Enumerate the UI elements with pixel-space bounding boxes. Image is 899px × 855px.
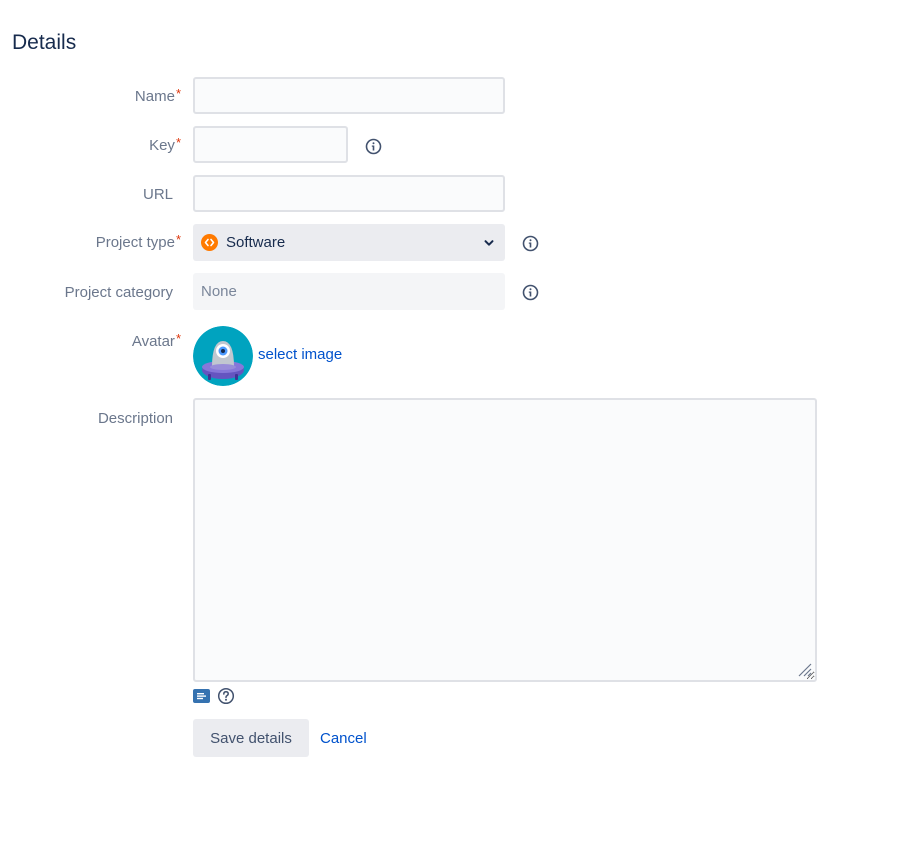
project-category-label: Project category <box>64 284 173 301</box>
project-avatar[interactable] <box>193 326 253 386</box>
save-details-button[interactable]: Save details <box>193 719 309 757</box>
required-marker: * <box>175 135 181 150</box>
help-icon[interactable] <box>217 687 235 705</box>
required-marker: * <box>175 331 181 346</box>
name-input[interactable] <box>193 77 505 114</box>
project-type-select[interactable]: Software <box>193 224 505 261</box>
software-project-icon <box>201 234 218 251</box>
project-type-label: Project type* <box>95 232 181 251</box>
cancel-link[interactable]: Cancel <box>320 730 367 747</box>
url-input[interactable] <box>193 175 505 212</box>
project-type-label-text: Project type <box>95 234 175 251</box>
description-label: Description <box>97 410 173 427</box>
key-label-text: Key <box>149 137 175 154</box>
avatar-label-text: Avatar <box>131 333 175 350</box>
key-input[interactable] <box>193 126 348 163</box>
name-label: Name* <box>134 86 181 105</box>
project-category-field: None <box>193 273 505 310</box>
info-icon[interactable] <box>365 138 382 155</box>
project-type-value: Software <box>226 234 286 251</box>
project-category-value: None <box>201 283 237 300</box>
name-label-text: Name <box>134 88 175 105</box>
required-marker: * <box>175 86 181 101</box>
url-label: URL <box>142 186 173 203</box>
resize-handle-icon[interactable] <box>795 660 813 678</box>
wiki-markup-icon[interactable] <box>193 689 210 703</box>
description-textarea[interactable] <box>193 398 817 682</box>
avatar-label: Avatar* <box>131 331 181 350</box>
info-icon[interactable] <box>522 235 539 252</box>
select-image-link[interactable]: select image <box>258 346 342 363</box>
page-title: Details <box>12 31 77 54</box>
required-marker: * <box>175 232 181 247</box>
key-label: Key* <box>149 135 181 154</box>
chevron-down-icon <box>483 237 495 249</box>
info-icon[interactable] <box>522 284 539 301</box>
